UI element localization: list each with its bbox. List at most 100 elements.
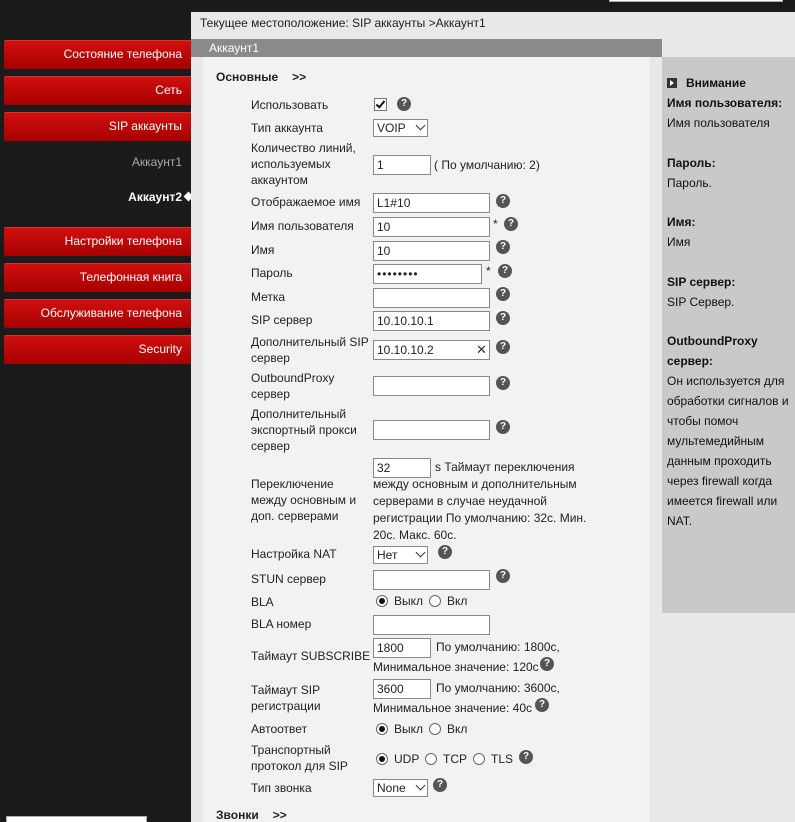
stun-input[interactable] xyxy=(373,570,490,590)
sidebar-item-network[interactable]: Сеть xyxy=(4,76,191,105)
auto-off-radio[interactable] xyxy=(376,723,388,735)
attention-text: Он используется для обработки сигналов и… xyxy=(667,374,789,528)
attention-text: Имя xyxy=(667,235,691,249)
password-label: Пароль xyxy=(251,266,293,280)
auto-on-radio[interactable] xyxy=(429,723,441,735)
attention-heading: SIP сервер: xyxy=(667,275,736,289)
transport-tls-label: TLS xyxy=(491,752,514,766)
bla-on-label: Вкл xyxy=(447,594,468,608)
ring-type-value: None xyxy=(377,781,406,795)
section-basic-arrow: >> xyxy=(292,70,307,84)
username-label: Имя пользователя xyxy=(251,219,354,233)
bla-off-label: Выкл xyxy=(394,594,424,608)
backup-outbound-input[interactable] xyxy=(373,420,490,440)
sidebar-item-phonebook[interactable]: Телефонная книга xyxy=(4,263,191,292)
failover-label: Переключение между основным и доп. серве… xyxy=(251,477,357,523)
section-basic[interactable]: Основные >> xyxy=(216,70,306,84)
enable-checkbox[interactable] xyxy=(374,98,387,111)
sidebar-item-maintenance[interactable]: Обслуживание телефона xyxy=(4,299,191,328)
transport-tcp-label: TCP xyxy=(443,752,467,766)
backup-sip-label: Дополнительный SIP сервер xyxy=(251,335,369,365)
attention-text: Пароль. xyxy=(667,176,712,190)
outbound-help-icon[interactable]: ? xyxy=(496,376,510,390)
attention-text: Имя пользователя xyxy=(667,116,770,130)
outbound-label: OutboundProxy сервер xyxy=(251,371,335,401)
chevron-down-icon xyxy=(415,120,426,131)
reg-timeout-help-icon[interactable]: ? xyxy=(535,698,549,712)
account-type-select[interactable]: VOIP xyxy=(373,119,428,137)
chevron-down-icon xyxy=(415,547,426,558)
chevron-down-icon xyxy=(415,780,426,791)
transport-udp-label: UDP xyxy=(394,752,420,766)
main-area: Текущее местоположение: SIP аккаунты >Ак… xyxy=(191,12,795,822)
password-help-icon[interactable]: ? xyxy=(498,264,512,278)
reg-timeout-label: Таймаут SIP регистрации xyxy=(251,683,321,713)
sip-server-input[interactable]: 10.10.10.1 xyxy=(373,311,490,331)
backup-outbound-help-icon[interactable]: ? xyxy=(496,420,510,434)
backup-sip-input[interactable]: 10.10.10.2 xyxy=(373,340,490,360)
attention-title: Внимание xyxy=(667,76,746,90)
reg-timeout-input[interactable]: 3600 xyxy=(373,679,431,699)
bla-on-radio[interactable] xyxy=(429,595,441,607)
required-mark: * xyxy=(486,264,491,278)
tag-input[interactable] xyxy=(373,288,490,308)
section-calls-label: Звонки xyxy=(216,808,259,822)
sidebar-item-phone-status[interactable]: Состояние телефона xyxy=(4,40,191,69)
lines-input[interactable]: 1 xyxy=(373,155,431,175)
subscribe-hint-1: По умолчанию: 1800с, xyxy=(436,640,560,654)
clear-icon[interactable]: ✕ xyxy=(476,342,487,358)
nat-help-icon[interactable]: ? xyxy=(438,545,452,559)
nat-label: Настройка NAT xyxy=(251,547,337,561)
stun-help-icon[interactable]: ? xyxy=(496,569,510,583)
username-help-icon[interactable]: ? xyxy=(504,217,518,231)
ring-type-help-icon[interactable]: ? xyxy=(433,778,447,792)
arrow-right-icon xyxy=(667,78,677,88)
enable-help-icon[interactable]: ? xyxy=(397,97,411,111)
name-help-icon[interactable]: ? xyxy=(496,240,510,254)
tag-help-icon[interactable]: ? xyxy=(496,287,510,301)
sidebar-subitem-account2[interactable]: Аккаунт2 xyxy=(0,189,182,205)
stun-label: STUN сервер xyxy=(251,572,326,586)
transport-tls-radio[interactable] xyxy=(473,753,485,765)
required-mark: * xyxy=(493,217,498,231)
password-input[interactable]: •••••••• xyxy=(373,264,482,284)
sidebar-bottom-box[interactable] xyxy=(6,816,147,822)
subscribe-help-icon[interactable]: ? xyxy=(540,657,554,671)
breadcrumb: Текущее местоположение: SIP аккаунты >Ак… xyxy=(200,16,486,30)
backup-sip-help-icon[interactable]: ? xyxy=(496,340,510,354)
sidebar-item-phone-settings[interactable]: Настройки телефона xyxy=(4,227,191,256)
attention-heading: Пароль: xyxy=(667,156,716,170)
transport-tcp-radio[interactable] xyxy=(425,753,437,765)
bla-off-radio[interactable] xyxy=(376,595,388,607)
outbound-input[interactable] xyxy=(373,376,490,396)
bla-number-input[interactable] xyxy=(373,615,490,635)
ring-type-label: Тип звонка xyxy=(251,781,312,795)
nat-select[interactable]: Нет xyxy=(373,546,428,564)
transport-udp-radio[interactable] xyxy=(376,753,388,765)
lines-label: Количество линий, используемых аккаунтом xyxy=(251,141,356,187)
bla-label: BLA xyxy=(251,595,274,609)
reg-hint-1: По умолчанию: 3600с, xyxy=(436,681,560,695)
transport-help-icon[interactable]: ? xyxy=(519,750,533,764)
tab-account1[interactable]: Аккаунт1 xyxy=(191,39,662,57)
sidebar-item-sip-accounts[interactable]: SIP аккаунты xyxy=(4,112,191,141)
reg-hint-2: Минимальное значение: 40с xyxy=(373,701,532,715)
sip-server-label: SIP сервер xyxy=(251,313,313,327)
username-input[interactable]: 10 xyxy=(373,217,490,237)
subscribe-label: Таймаут SUBSCRIBE xyxy=(251,649,371,663)
section-basic-label: Основные xyxy=(216,70,279,84)
section-calls[interactable]: Звонки >> xyxy=(216,808,287,822)
top-search-box[interactable] xyxy=(609,0,783,2)
display-name-help-icon[interactable]: ? xyxy=(496,194,510,208)
subscribe-input[interactable]: 1800 xyxy=(373,638,431,658)
sidebar: Состояние телефона Сеть SIP аккаунты Акк… xyxy=(0,0,194,822)
sip-server-help-icon[interactable]: ? xyxy=(496,311,510,325)
display-name-input[interactable]: L1#10 xyxy=(373,193,490,213)
sidebar-item-security[interactable]: Security xyxy=(4,335,191,364)
subscribe-hint-2: Минимальное значение: 120с xyxy=(373,660,539,674)
name-input[interactable]: 10 xyxy=(373,241,490,261)
ring-type-select[interactable]: None xyxy=(373,779,428,797)
account-type-label: Тип аккаунта xyxy=(251,121,323,135)
enable-label: Использовать xyxy=(251,98,329,112)
sidebar-subitem-account1[interactable]: Аккаунт1 xyxy=(0,154,182,170)
